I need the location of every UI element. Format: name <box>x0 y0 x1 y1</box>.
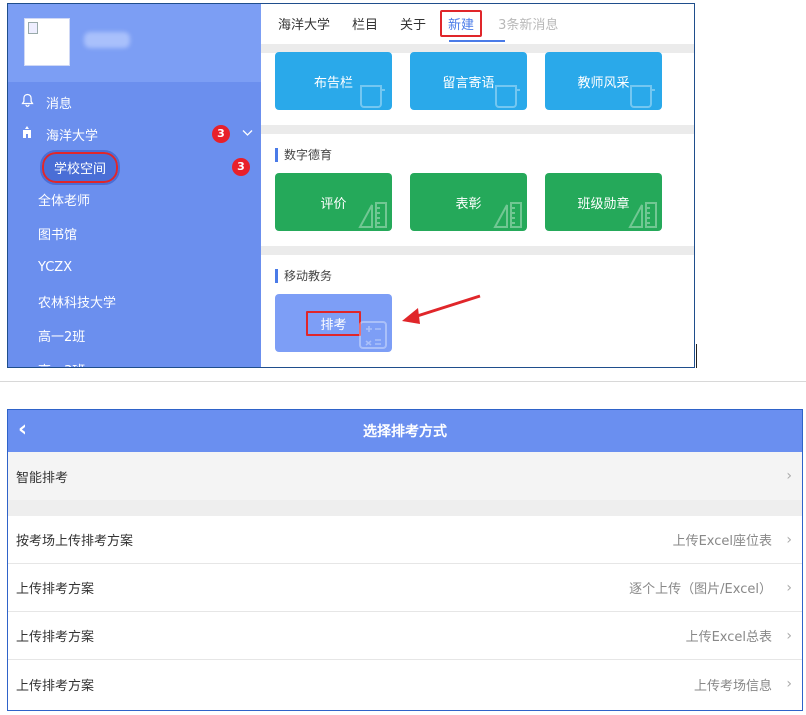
tile-label: 评价 <box>320 196 347 212</box>
sidebar: 消息 海洋大学 3 学校空间 3 全体老师 图书馆 YCZX 农林科技大学 高一… <box>8 4 261 367</box>
nav-active-underline <box>449 40 505 42</box>
sidebar-item-university[interactable]: 海洋大学 3 <box>8 120 261 148</box>
option-hint: 上传Excel座位表 <box>672 534 772 549</box>
ruler-icon <box>358 202 387 228</box>
nav-university[interactable]: 海洋大学 <box>278 14 330 33</box>
beaker-icon <box>630 85 655 108</box>
beaker-icon <box>360 85 385 108</box>
cursor-line <box>696 344 697 368</box>
bell-icon <box>18 93 36 111</box>
tile-class-medal[interactable]: 班级勋章 <box>545 173 662 231</box>
option-label: 智能排考 <box>16 470 69 486</box>
option-label: 上传排考方案 <box>16 630 95 645</box>
sidebar-header <box>8 4 261 82</box>
option-label: 按考场上传排考方案 <box>16 534 134 549</box>
sidebar-item-yczx[interactable]: YCZX <box>8 253 261 281</box>
exam-highlight-box: 排考 <box>306 310 361 336</box>
sidebar-item-class-3[interactable]: 高一3班 <box>8 355 261 368</box>
sidebar-item-agri-university[interactable]: 农林科技大学 <box>8 287 261 315</box>
sidebar-item-label: 农林科技大学 <box>38 295 117 311</box>
sidebar-item-label: 全体老师 <box>38 193 91 209</box>
back-icon[interactable]: ‹ <box>18 419 27 441</box>
broken-image-icon <box>28 22 38 34</box>
option-hint: 逐个上传（图片/Excel） <box>629 582 772 597</box>
tile-label: 排考 <box>320 317 347 333</box>
chevron-right-icon: › <box>786 531 792 548</box>
main-panel: 海洋大学 栏目 关于 新建 3条新消息 布告栏 留言寄语 教师风采 数字德育 评… <box>261 4 694 367</box>
option-upload-by-room[interactable]: 按考场上传排考方案 上传Excel座位表 › <box>8 516 802 564</box>
option-smart-arrange[interactable]: 智能排考 › <box>8 452 802 500</box>
beaker-icon <box>495 85 520 108</box>
section-title-moral: 数字德育 <box>275 148 332 162</box>
option-hint: 上传考场信息 <box>693 678 772 694</box>
tile-commend[interactable]: 表彰 <box>410 173 527 231</box>
ruler-icon <box>493 202 522 228</box>
page-header: ‹ 选择排考方式 <box>8 410 802 452</box>
nav-about[interactable]: 关于 <box>400 14 426 33</box>
tile-label: 留言寄语 <box>442 75 495 91</box>
chevron-right-icon: › <box>786 579 792 596</box>
sidebar-item-school-space[interactable]: 学校空间 3 <box>8 149 261 185</box>
chevron-right-icon: › <box>786 676 792 692</box>
section-gap <box>8 500 802 516</box>
school-space-pill[interactable]: 学校空间 <box>39 149 121 185</box>
tile-label: 教师风采 <box>577 75 630 91</box>
divider <box>261 246 694 255</box>
chevron-right-icon: › <box>786 468 792 484</box>
unread-badge: 3 <box>212 125 230 143</box>
sidebar-item-label: 高一3班 <box>38 360 85 368</box>
tile-evaluate[interactable]: 评价 <box>275 173 392 231</box>
tile-label: 班级勋章 <box>577 196 630 212</box>
chevron-right-icon: › <box>786 627 792 644</box>
option-upload-master-sheet[interactable]: 上传排考方案 上传Excel总表 › <box>8 612 802 660</box>
section-title-academic: 移动教务 <box>275 269 332 283</box>
option-hint: 上传Excel总表 <box>685 630 772 645</box>
top-nav: 海洋大学 栏目 关于 新建 3条新消息 <box>261 4 694 42</box>
option-label: 上传排考方案 <box>16 582 95 597</box>
avatar[interactable] <box>24 18 70 66</box>
screenshot-divider <box>0 381 806 382</box>
chevron-down-icon[interactable] <box>242 126 253 140</box>
sidebar-item-label: 消息 <box>46 96 73 112</box>
calculator-icon <box>359 321 387 349</box>
tile-messages[interactable]: 留言寄语 <box>410 52 527 110</box>
tile-label: 表彰 <box>455 196 482 212</box>
unread-badge: 3 <box>232 158 250 176</box>
sidebar-item-all-teachers[interactable]: 全体老师 <box>8 185 261 213</box>
sidebar-item-class-2[interactable]: 高一2班 <box>8 321 261 349</box>
divider <box>261 125 694 134</box>
sidebar-item-label: 高一2班 <box>38 329 86 345</box>
nav-columns[interactable]: 栏目 <box>352 14 378 33</box>
sidebar-item-label: 学校空间 <box>54 161 107 177</box>
option-upload-one-by-one[interactable]: 上传排考方案 逐个上传（图片/Excel） › <box>8 564 802 612</box>
option-label: 上传排考方案 <box>16 678 95 694</box>
tile-bulletin[interactable]: 布告栏 <box>275 52 392 110</box>
sidebar-item-label: YCZX <box>38 259 73 275</box>
tile-teachers[interactable]: 教师风采 <box>545 52 662 110</box>
nav-new[interactable]: 新建 <box>440 9 483 37</box>
sidebar-item-label: 图书馆 <box>38 227 78 243</box>
sidebar-item-library[interactable]: 图书馆 <box>8 219 261 247</box>
tile-label: 布告栏 <box>313 75 353 91</box>
page-title: 选择排考方式 <box>363 424 447 440</box>
nav-new-messages[interactable]: 3条新消息 <box>498 14 558 33</box>
sidebar-item-messages[interactable]: 消息 <box>8 88 261 116</box>
building-icon <box>18 125 36 143</box>
user-name-blurred <box>84 32 130 48</box>
ruler-icon <box>628 202 657 228</box>
option-upload-room-info[interactable]: 上传排考方案 上传考场信息 › <box>8 660 802 708</box>
top-screenshot: 消息 海洋大学 3 学校空间 3 全体老师 图书馆 YCZX 农林科技大学 高一… <box>7 3 695 368</box>
tile-exam-arrange[interactable]: 排考 <box>275 294 392 352</box>
sidebar-item-label: 海洋大学 <box>46 128 99 144</box>
bottom-screenshot: ‹ 选择排考方式 智能排考 › 按考场上传排考方案 上传Excel座位表 › 上… <box>7 409 803 711</box>
